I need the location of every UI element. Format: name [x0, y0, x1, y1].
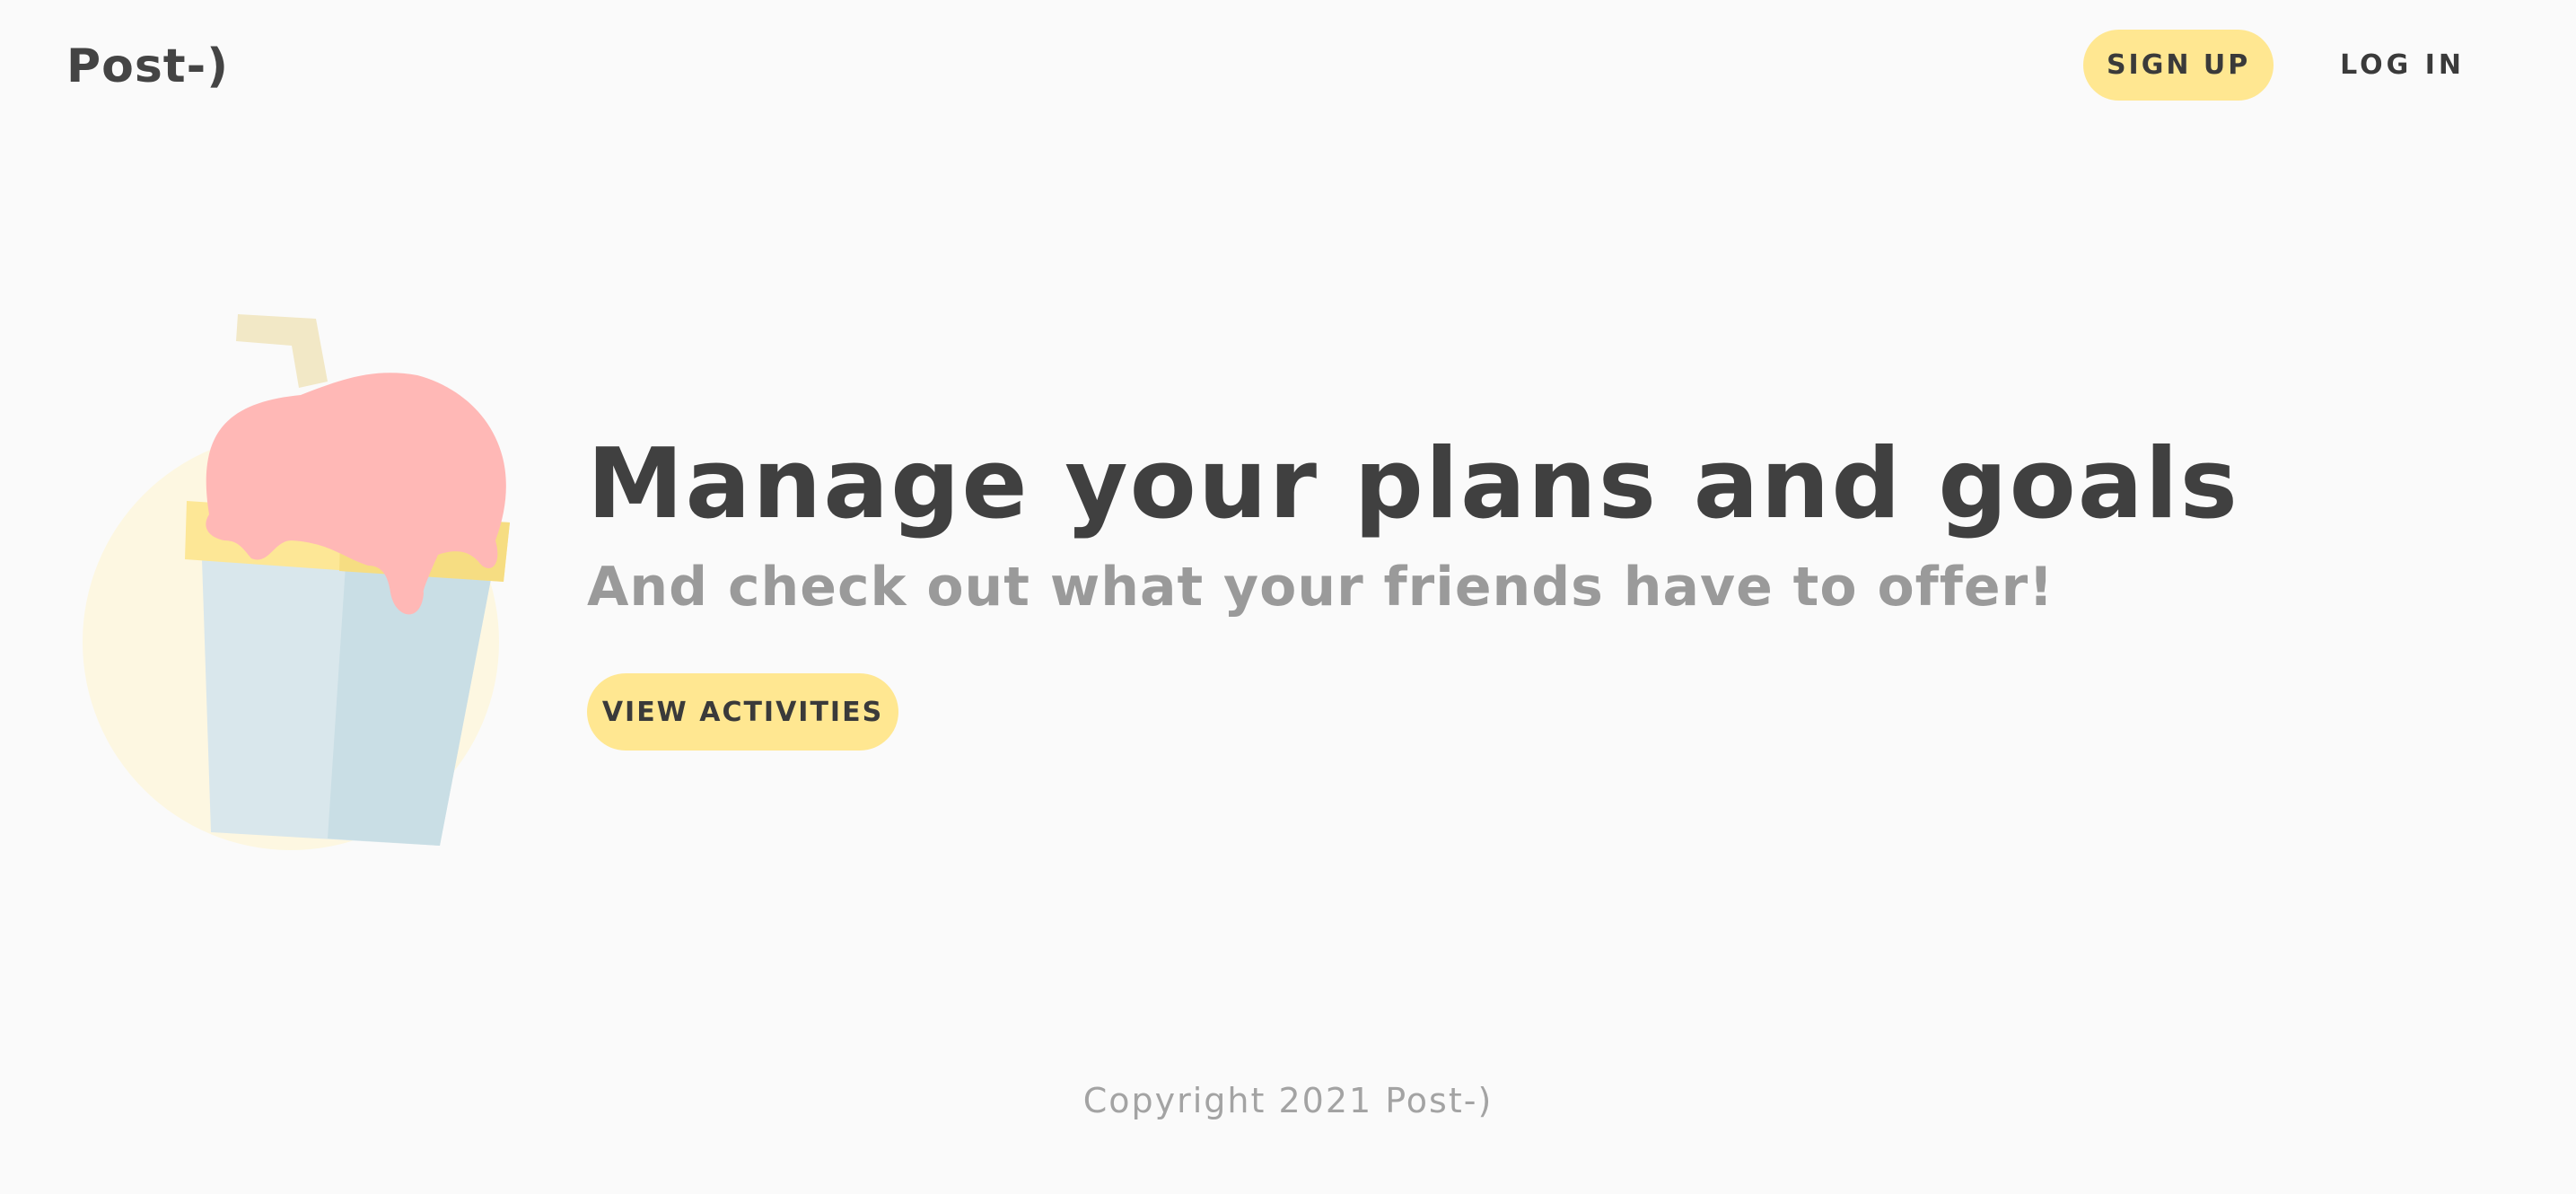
- footer-copyright: Copyright 2021 Post-): [1082, 1081, 1494, 1120]
- log-in-button[interactable]: LOG IN: [2318, 30, 2486, 101]
- ice-cream-cup-icon: [72, 305, 521, 862]
- app-logo[interactable]: Post-): [66, 40, 229, 93]
- view-activities-button[interactable]: VIEW ACTIVITIES: [587, 673, 898, 751]
- header-nav: SIGN UP LOG IN: [2083, 30, 2486, 101]
- hero-subtitle: And check out what your friends have to …: [587, 556, 2055, 619]
- hero-section: Manage your plans and goals And check ou…: [587, 422, 2239, 751]
- sign-up-button[interactable]: SIGN UP: [2083, 30, 2274, 101]
- hero-title: Manage your plans and goals: [587, 428, 2239, 540]
- landing-page: Post-) SIGN UP LOG IN Manage your plans …: [0, 0, 2576, 1194]
